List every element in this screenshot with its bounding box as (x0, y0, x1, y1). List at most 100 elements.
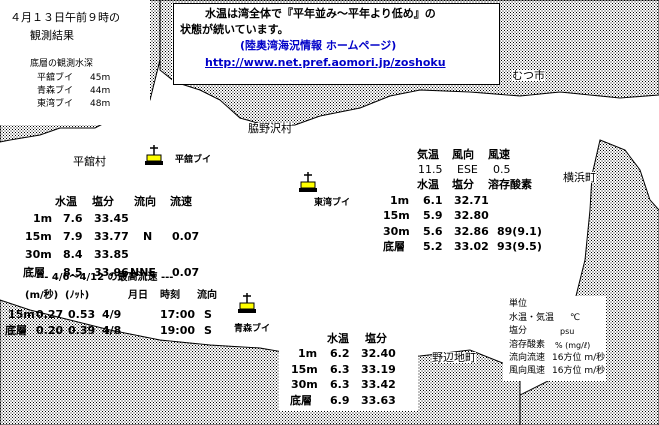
depth-row-name: 青森ブイ (37, 86, 74, 96)
tokai-cell: 32.86 (454, 225, 489, 238)
place-mutsu: むつ市 (512, 69, 545, 82)
buoy-aomori-label: 青森ブイ (234, 324, 271, 334)
hiratate-header: 流速 (170, 195, 192, 208)
depth-row-name: 平舘ブイ (37, 73, 74, 83)
aomori-header: 塩分 (365, 332, 387, 345)
place-noheji: 野辺地町 (432, 351, 476, 364)
max-flow-depth: 底層 (5, 324, 27, 337)
buoy-tokai-label: 東湾ブイ (314, 198, 351, 208)
legend-unit: 16方位 m/秒 (552, 366, 606, 376)
hiratate-cell: 8.4 (63, 248, 83, 261)
legend-unit: ℃ (570, 313, 581, 323)
place-yokohama: 横浜町 (563, 171, 596, 184)
hiratate-cell: 33.77 (94, 230, 129, 243)
depth-title: 底層の観測水深 (30, 59, 94, 69)
aomori-cell: 32.40 (361, 347, 396, 360)
aomori-cell: 33.63 (361, 394, 396, 407)
hiratate-cell: N (143, 230, 153, 243)
max-flow-cell: 19:00 (160, 324, 196, 337)
hiratate-depth: 1m (33, 212, 53, 225)
aomori-depth: 底層 (290, 394, 312, 407)
tokai-cell: 5.6 (423, 225, 443, 238)
tokai-depth: 1m (390, 194, 410, 207)
max-flow-cell: S (204, 324, 212, 337)
aomori-cell: 33.19 (361, 363, 396, 376)
map-canvas: ４月１３日午前９時の 観測結果 底層の観測水深 平舘ブイ 45m 青森ブイ 44… (0, 0, 659, 425)
tokai-weather-header: 風速 (488, 148, 510, 161)
buoy-tokai-icon (299, 172, 317, 192)
homepage-link[interactable]: http://www.net.pref.aomori.jp/zoshoku (205, 57, 446, 68)
max-flow-cell: 4/8 (102, 324, 122, 337)
buoy-aomori-icon (238, 293, 256, 313)
aomori-depth: 1m (298, 347, 318, 360)
max-flow-header: 月日 (128, 290, 148, 301)
max-flow-cell: 0.39 (68, 324, 96, 337)
tokai-cell: 5.2 (423, 240, 443, 253)
aomori-header: 水温 (327, 332, 349, 345)
buoy-hiratate-icon (145, 145, 163, 165)
tokai-cell: 33.02 (454, 240, 489, 253)
tokai-cell: 6.1 (423, 194, 443, 207)
tokai-cell: 32.71 (454, 194, 489, 207)
legend-label: 流向流速 (509, 353, 546, 363)
hiratate-depth: 15m (25, 230, 52, 243)
aomori-cell: 6.2 (330, 347, 350, 360)
depth-row-name: 東湾ブイ (37, 99, 74, 109)
max-flow-header: (ﾉｯﾄ) (65, 290, 90, 301)
tokai-header: 溶存酸素 (488, 178, 532, 191)
banner-line-3: (陸奥湾海況情報 ホームページ) (240, 39, 397, 52)
depth-row-value: 44m (90, 86, 111, 96)
tokai-header: 塩分 (452, 178, 474, 191)
max-flow-header: 流向 (197, 290, 217, 301)
depth-row-value: 48m (90, 99, 111, 109)
tokai-weather-value: ESE (457, 163, 478, 176)
max-flow-depth: 15m (8, 308, 35, 321)
date-text: ４月１３日午前９時の (10, 11, 120, 24)
aomori-depth: 15m (291, 363, 318, 376)
legend-unit: 16方位 m/秒 (552, 353, 606, 363)
aomori-cell: 33.42 (361, 378, 396, 391)
tokai-depth: 15m (383, 209, 410, 222)
max-flow-cell: S (204, 308, 212, 321)
place-hiratate: 平舘村 (73, 155, 106, 168)
tokai-cell: 93(9.5) (497, 240, 542, 253)
legend-title: 単位 (509, 299, 528, 309)
tokai-weather-header: 気温 (417, 148, 439, 161)
legend-label: 風向風速 (509, 366, 546, 376)
max-flow-header: 時刻 (160, 290, 180, 301)
hiratate-cell: 0.07 (172, 266, 200, 279)
hiratate-header: 塩分 (92, 195, 114, 208)
hiratate-cell: 33.45 (94, 212, 129, 225)
banner-line-1: 水温は湾全体で『平年並み～平年より低め』の (205, 7, 436, 20)
max-flow-header: (m/秒) (25, 290, 59, 301)
tokai-depth: 30m (383, 225, 410, 238)
max-flow-title: --- 4/6～4/12 の最高流速 --- (36, 272, 174, 283)
hiratate-cell: 33.85 (94, 248, 129, 261)
tokai-cell: 32.80 (454, 209, 489, 222)
max-flow-cell: 4/9 (102, 308, 122, 321)
tokai-weather-header: 風向 (452, 148, 474, 161)
hiratate-cell: 7.9 (63, 230, 83, 243)
legend-label: 溶存酸素 (509, 340, 546, 350)
banner-line-2: 状態が続いています。 (180, 23, 289, 36)
buoy-hiratate-label: 平舘ブイ (175, 155, 212, 165)
legend-unit: % (mg/ℓ) (555, 341, 591, 350)
depth-row-value: 45m (90, 73, 111, 83)
max-flow-cell: 0.27 (36, 308, 64, 321)
max-flow-cell: 0.53 (68, 308, 96, 321)
hiratate-depth: 30m (25, 248, 52, 261)
hiratate-header: 流向 (134, 195, 156, 208)
tokai-weather-value: 0.5 (493, 163, 511, 176)
hiratate-header: 水温 (55, 195, 77, 208)
max-flow-cell: 0.20 (36, 324, 64, 337)
tokai-depth: 底層 (383, 240, 405, 253)
legend-unit: psu (560, 327, 575, 336)
aomori-cell: 6.3 (330, 363, 350, 376)
tokai-cell: 5.9 (423, 209, 443, 222)
legend-label: 水温・気温 (509, 313, 555, 323)
tokai-cell: 89(9.1) (497, 225, 542, 238)
hiratate-cell: 7.6 (63, 212, 83, 225)
aomori-depth: 30m (291, 378, 318, 391)
place-wakinosawa: 脇野沢村 (248, 122, 292, 135)
subtitle-text: 観測結果 (30, 29, 74, 42)
